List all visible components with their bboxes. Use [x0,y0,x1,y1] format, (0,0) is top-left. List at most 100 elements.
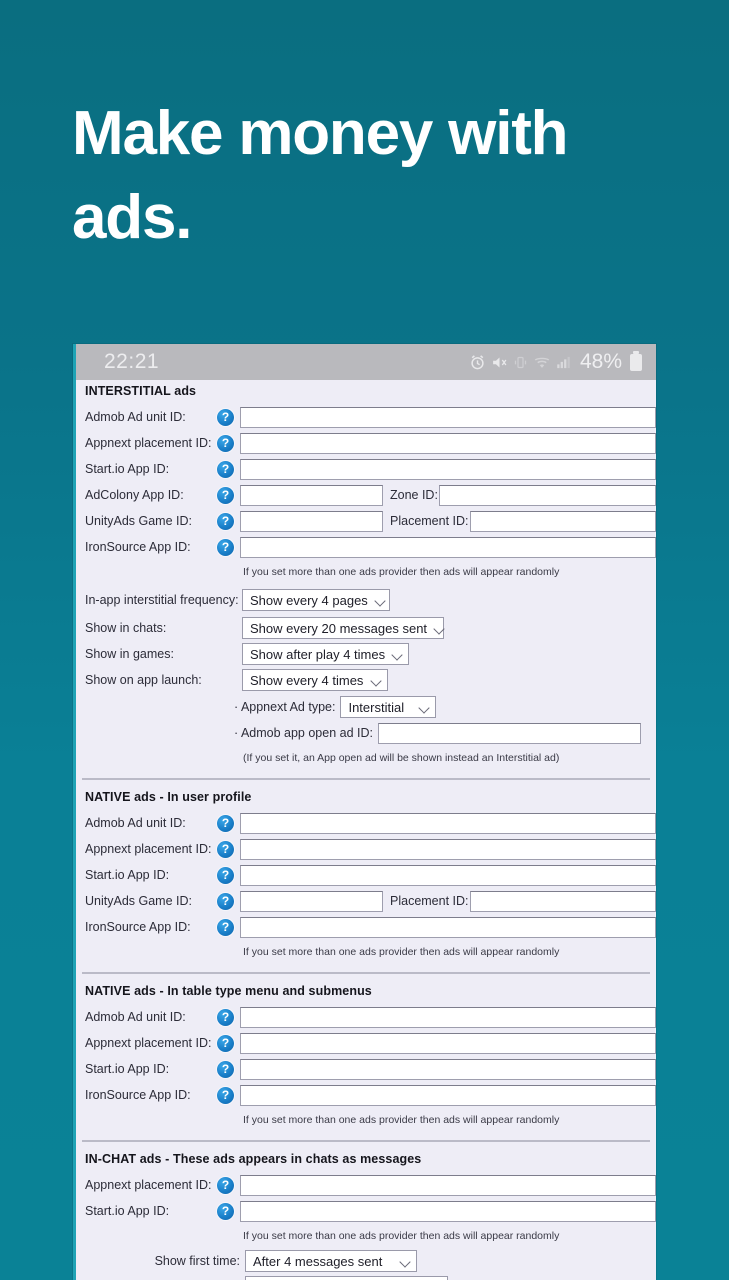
row-interstitial-ironsource: IronSource App ID: ? [76,534,656,560]
row-in-chat-appnext: Appnext placement ID: ? [76,1172,656,1198]
input-native-table-admob-ad-unit[interactable] [240,1006,656,1028]
help-icon[interactable]: ? [217,840,234,858]
mute-icon [491,354,508,371]
label-show-on-app-launch: Show on app launch: [85,673,202,687]
signal-icon [556,354,571,371]
help-icon[interactable]: ? [217,1008,234,1026]
input-in-chat-appnext-placement[interactable] [240,1174,656,1196]
select-show-on-app-launch[interactable]: Show every 4 times [242,669,388,691]
label-ironsource-app: IronSource App ID: [85,540,191,554]
help-icon[interactable]: ? [217,866,234,884]
input-native-profile-ironsource-app[interactable] [240,916,656,938]
input-native-profile-unityads-placement[interactable] [469,890,656,912]
row-native-table-appnext: Appnext placement ID: ? [76,1030,656,1056]
select-value: Show after play 4 times [250,646,386,662]
input-interstitial-ironsource-app[interactable] [240,536,656,558]
label-appnext-placement: Appnext placement ID: [85,436,212,450]
select-show-in-chats[interactable]: Show every 20 messages sent [242,617,444,639]
help-icon[interactable]: ? [217,434,234,452]
status-clock: 22:21 [104,350,160,373]
help-icon[interactable]: ? [217,1034,234,1052]
section-interstitial: INTERSTITIAL ads Admob Ad unit ID: ? App… [76,380,656,770]
help-icon[interactable]: ? [217,486,234,504]
row-interstitial-startio: Start.io App ID: ? [76,456,656,482]
input-native-table-ironsource-app[interactable] [240,1084,656,1106]
battery-percent-label: 48% [579,350,622,373]
row-native-profile-unityads: UnityAds Game ID: ? Placement ID: [76,888,656,914]
input-native-profile-appnext-placement[interactable] [240,838,656,860]
label-zone-id: Zone ID: [390,488,438,502]
help-icon[interactable]: ? [217,918,234,936]
select-show-first-time[interactable]: After 4 messages sent [245,1250,417,1272]
row-native-profile-admob: Admob Ad unit ID: ? [76,810,656,836]
help-icon[interactable]: ? [217,408,234,426]
label-admob-ad-unit: Admob Ad unit ID: [85,1010,186,1024]
input-native-profile-admob-ad-unit[interactable] [240,812,656,834]
note-admob-app-open: (If you set it, an App open ad will be s… [243,752,560,764]
row-native-profile-startio: Start.io App ID: ? [76,862,656,888]
row-in-chat-first-time: Show first time: After 4 messages sent [76,1248,656,1274]
section-native-user-profile: NATIVE ads - In user profile Admob Ad un… [76,786,656,964]
label-ironsource-app: IronSource App ID: [85,1088,191,1102]
input-interstitial-unityads-game[interactable] [240,510,383,532]
row-native-table-admob: Admob Ad unit ID: ? [76,1004,656,1030]
label-placement-id: Placement ID: [390,514,469,528]
input-interstitial-startio-app[interactable] [240,458,656,480]
select-appnext-ad-type[interactable]: Interstitial [340,696,437,718]
label-startio-app: Start.io App ID: [85,868,170,882]
input-interstitial-adcolony-app[interactable] [240,484,383,506]
row-interstitial-frequency: In-app interstitial frequency: Show ever… [76,584,656,616]
select-show-in-games[interactable]: Show after play 4 times [242,643,409,665]
help-icon[interactable]: ? [217,1086,234,1104]
input-interstitial-unityads-placement[interactable] [469,510,656,532]
row-in-chat-after: After: Show every 20 messages sent [76,1274,656,1280]
help-icon[interactable]: ? [217,1060,234,1078]
input-admob-app-open-ad-id[interactable] [377,722,641,744]
label-adcolony-app: AdColony App ID: [85,488,184,502]
select-value: After 4 messages sent [253,1253,383,1269]
row-native-table-ironsource: IronSource App ID: ? [76,1082,656,1108]
input-interstitial-admob-ad-unit[interactable] [240,406,656,428]
vibrate-icon [513,354,528,371]
android-status-bar: 22:21 48% [76,344,656,380]
select-after[interactable]: Show every 20 messages sent [245,1276,448,1280]
input-native-table-appnext-placement[interactable] [240,1032,656,1054]
chevron-down-icon [420,703,429,712]
status-icon-group: 48% [469,350,642,374]
input-native-table-startio-app[interactable] [240,1058,656,1080]
help-icon[interactable]: ? [217,892,234,910]
section-divider [82,1140,650,1142]
help-icon[interactable]: ? [217,1202,234,1220]
chevron-down-icon [435,624,444,633]
label-admob-ad-unit: Admob Ad unit ID: [85,410,186,424]
input-in-chat-startio-app[interactable] [240,1200,656,1222]
help-icon[interactable]: ? [217,538,234,556]
section-divider [82,972,650,974]
select-interstitial-frequency[interactable]: Show every 4 pages [242,589,390,611]
alarm-icon [469,354,486,371]
section-title-native-table: NATIVE ads - In table type menu and subm… [85,984,372,998]
section-title-interstitial: INTERSTITIAL ads [85,384,197,398]
help-icon[interactable]: ? [217,512,234,530]
row-interstitial-appnext: Appnext placement ID: ? [76,430,656,456]
label-admob-app-open: · Admob app open ad ID: [234,726,373,740]
select-value: Interstitial [348,699,405,715]
label-unityads-game: UnityAds Game ID: [85,894,192,908]
help-icon[interactable]: ? [217,1176,234,1194]
chevron-down-icon [401,1257,410,1266]
input-native-profile-unityads-game[interactable] [240,890,383,912]
input-interstitial-adcolony-zone[interactable] [438,484,656,506]
help-icon[interactable]: ? [217,460,234,478]
label-admob-ad-unit: Admob Ad unit ID: [85,816,186,830]
help-icon[interactable]: ? [217,814,234,832]
input-interstitial-appnext-placement[interactable] [240,432,656,454]
hero-line-1: Make money with [72,99,569,168]
row-interstitial-admob: Admob Ad unit ID: ? [76,404,656,430]
label-show-in-chats: Show in chats: [85,621,167,635]
note-randomly-native-table: If you set more than one ads provider th… [243,1114,560,1126]
row-appnext-ad-type: · Appnext Ad type: Interstitial [76,694,656,720]
label-startio-app: Start.io App ID: [85,1204,170,1218]
label-placement-id: Placement ID: [390,894,469,908]
chevron-down-icon [372,676,381,685]
input-native-profile-startio-app[interactable] [240,864,656,886]
